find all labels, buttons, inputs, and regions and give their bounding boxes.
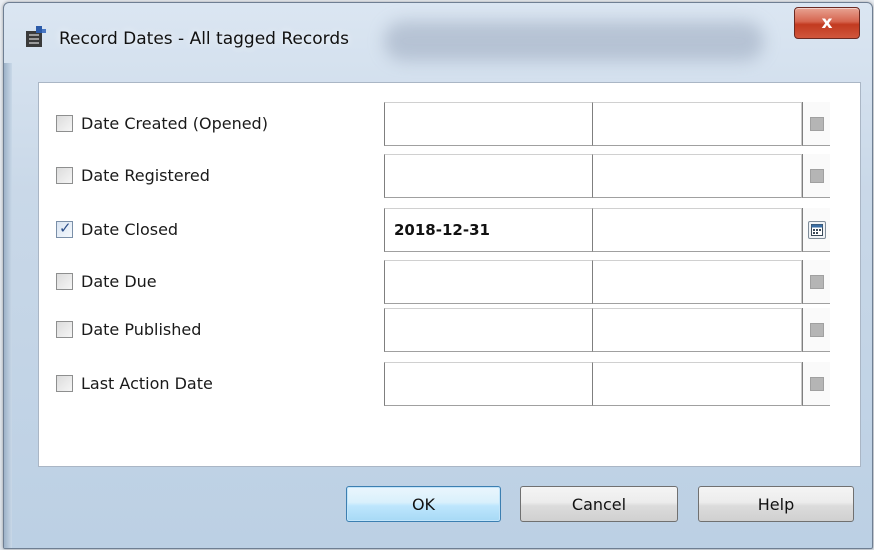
ok-button[interactable]: OK [346,486,501,522]
date-registered-label: Date Registered [81,166,210,185]
date-created-secondary-input[interactable] [592,102,802,146]
button-bar: OK Cancel Help [12,465,862,543]
last-action-date-checkbox-label[interactable]: Last Action Date [56,374,213,393]
window-frame-left [4,63,12,548]
date-registered-calendar-button[interactable] [802,154,830,198]
date-registered-secondary-input[interactable] [592,154,802,198]
row-date-created: Date Created (Opened) [39,102,860,148]
date-created-field [384,102,830,146]
calendar-icon [809,168,824,183]
last-action-date-checkbox[interactable] [56,375,73,392]
last-action-date-input[interactable] [384,362,593,406]
last-action-date-secondary-input[interactable] [592,362,802,406]
help-button[interactable]: Help [698,486,854,522]
date-closed-value: 2018-12-31 [394,221,490,239]
calendar-icon [807,220,826,239]
cancel-button[interactable]: Cancel [520,486,678,522]
date-due-label: Date Due [81,272,157,291]
date-closed-secondary-input[interactable] [592,208,802,252]
dialog-window: Record Dates - All tagged Records x Date… [3,2,873,549]
date-closed-label: Date Closed [81,220,179,239]
date-created-calendar-button[interactable] [802,102,830,146]
date-closed-checkbox-label[interactable]: ✓ Date Closed [56,219,179,239]
date-registered-input[interactable] [384,154,593,198]
date-closed-field: 2018-12-31 [384,208,830,252]
last-action-date-field [384,362,830,406]
calendar-icon [809,116,824,131]
checkmark-icon: ✓ [59,219,72,237]
row-date-registered: Date Registered [39,154,860,200]
date-published-checkbox-label[interactable]: Date Published [56,320,201,339]
last-action-date-label: Last Action Date [81,374,213,393]
date-registered-field [384,154,830,198]
date-due-input[interactable] [384,260,593,304]
date-published-secondary-input[interactable] [592,308,802,352]
date-published-label: Date Published [81,320,202,339]
row-date-due: Date Due [39,260,860,306]
close-icon: x [821,13,833,33]
date-created-checkbox-label[interactable]: Date Created (Opened) [56,114,268,133]
calendar-icon [809,322,824,337]
date-published-field [384,308,830,352]
date-published-calendar-button[interactable] [802,308,830,352]
last-action-date-calendar-button[interactable] [802,362,830,406]
row-date-published: Date Published [39,308,860,354]
date-due-checkbox[interactable] [56,273,73,290]
date-closed-calendar-button[interactable] [802,208,830,252]
date-published-input[interactable] [384,308,593,352]
dates-panel: Date Created (Opened) Date Registered ✓ … [38,82,861,467]
date-due-checkbox-label[interactable]: Date Due [56,272,157,291]
date-due-secondary-input[interactable] [592,260,802,304]
date-published-checkbox[interactable] [56,321,73,338]
window-title: Record Dates - All tagged Records [59,29,349,49]
date-registered-checkbox-label[interactable]: Date Registered [56,166,210,185]
calendar-icon [809,376,824,391]
title-bar[interactable]: Record Dates - All tagged Records x [4,3,872,63]
date-created-input[interactable] [384,102,593,146]
row-last-action-date: Last Action Date [39,362,860,408]
date-created-label: Date Created (Opened) [81,114,268,133]
date-registered-checkbox[interactable] [56,167,73,184]
row-date-closed: ✓ Date Closed 2018-12-31 [39,208,860,254]
close-button[interactable]: x [794,7,860,39]
date-created-checkbox[interactable] [56,115,73,132]
date-due-calendar-button[interactable] [802,260,830,304]
record-dates-app-icon [22,25,48,49]
date-due-field [384,260,830,304]
date-closed-input[interactable]: 2018-12-31 [384,208,593,252]
calendar-icon [809,274,824,289]
date-closed-checkbox[interactable]: ✓ [56,219,73,238]
